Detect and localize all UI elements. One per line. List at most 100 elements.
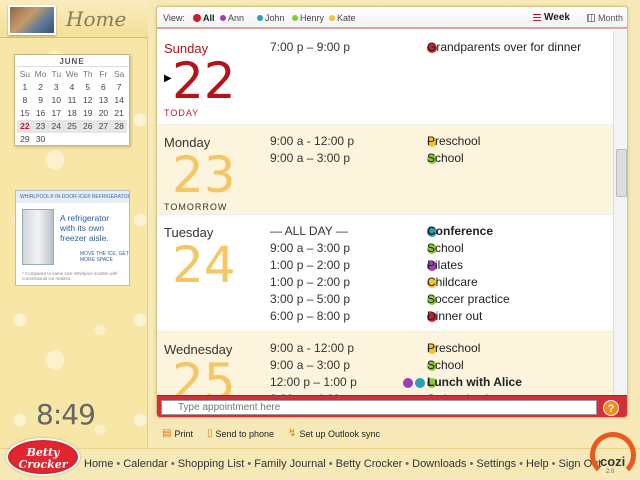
mini-calendar-day[interactable]: 17: [48, 107, 64, 120]
calendar-event[interactable]: 9:00 a – 3:00 p School: [157, 151, 613, 168]
day-section[interactable]: Wednesday 25 9:00 a - 12:00 p Preschool 9:00…: [157, 332, 613, 395]
weekday-header: Su: [19, 69, 31, 79]
nav-separator: •: [328, 458, 333, 470]
calendar-event[interactable]: 9:00 a – 3:00 p School: [157, 358, 613, 375]
send-to-phone-link[interactable]: ▯ Send to phone: [207, 428, 274, 439]
calendar-event[interactable]: 3:00 p – 5:00 p Soccer practice: [157, 292, 613, 309]
month-view-toggle[interactable]: Month: [587, 13, 623, 23]
mini-calendar-day[interactable]: 10: [48, 94, 64, 107]
family-photo[interactable]: [8, 5, 56, 35]
event-time: 9:00 a – 3:00 p: [270, 241, 351, 255]
mini-calendar-day[interactable]: 8: [17, 94, 33, 107]
calendar-event[interactable]: 12:00 p – 1:00 p Lunch with Alice: [157, 375, 613, 392]
event-title: Preschool: [427, 134, 481, 148]
footer-nav-link[interactable]: Home: [84, 458, 113, 470]
filter-henry[interactable]: Henry: [292, 13, 324, 23]
appointment-input[interactable]: [161, 400, 597, 415]
footer-nav-link[interactable]: Family Journal: [254, 458, 326, 470]
week-view-toggle[interactable]: Week: [533, 12, 570, 23]
john-color-dot: [257, 15, 263, 21]
calendar-event[interactable]: 7:00 p – 9:00 p Grandparents over for din…: [157, 40, 613, 57]
outlook-sync-link[interactable]: ↯ Set up Outlook sync: [288, 428, 380, 439]
advertisement[interactable]: WHIRLPOOL® IN-DOOR-ICE® REFRIGERATORS A …: [15, 190, 130, 286]
calendar-event[interactable]: 1:00 p – 2:00 p Pilates: [157, 258, 613, 275]
mini-calendar-day[interactable]: 15: [17, 107, 33, 120]
calendar-event[interactable]: 6:00 p – 8:00 p Dinner out: [157, 309, 613, 326]
day-section[interactable]: Sunday 22 TODAY ▶ 7:00 p – 9:00 p Grandparent…: [157, 31, 613, 125]
day-section[interactable]: Monday 23 TOMORROW 9:00 a - 12:00 p Preschoo…: [157, 125, 613, 215]
cozi-logo[interactable]: cozi 2.0: [586, 432, 638, 478]
mini-calendar-day[interactable]: 21: [111, 107, 127, 120]
weekday-header: Mo: [34, 69, 47, 79]
mini-calendar-day[interactable]: 11: [64, 94, 80, 107]
mini-calendar-day[interactable]: 29: [17, 133, 33, 146]
calendar-event[interactable]: 9:00 a – 3:00 p School: [157, 241, 613, 258]
mini-calendar-day[interactable]: 1: [17, 81, 33, 94]
mini-calendar-month: JUNE: [15, 55, 129, 67]
calendar-event[interactable]: 9:00 a - 12:00 p Preschool: [157, 134, 613, 151]
mini-calendar-day[interactable]: 23: [32, 120, 49, 133]
mini-calendar-day[interactable]: 24: [48, 120, 65, 133]
ad-fine-print: * Compared to same size Whirlpool models…: [22, 271, 118, 281]
mini-calendar-day[interactable]: 12: [80, 94, 96, 107]
mini-calendar-day[interactable]: 14: [111, 94, 127, 107]
mini-calendar-day[interactable]: 4: [64, 81, 80, 94]
ad-cta[interactable]: MOVE THE ICE, GET MORE SPACE: [80, 251, 129, 263]
calendar-event[interactable]: 1:00 p – 2:00 p Childcare: [157, 275, 613, 292]
calendar-event[interactable]: — ALL DAY — Conference: [157, 224, 613, 241]
print-link[interactable]: ▤ Print: [162, 428, 193, 439]
footer-nav-link[interactable]: Downloads: [412, 458, 466, 470]
footer-nav-link[interactable]: Shopping List: [178, 458, 245, 470]
betty-crocker-logo[interactable]: Betty Crocker: [6, 438, 80, 476]
scrollbar[interactable]: [613, 31, 627, 395]
filter-ann[interactable]: Ann: [220, 13, 244, 23]
mini-calendar-day[interactable]: 13: [96, 94, 112, 107]
mini-calendar-day[interactable]: 5: [80, 81, 96, 94]
mini-calendar-day[interactable]: 28: [111, 120, 127, 133]
mini-calendar-day[interactable]: 3: [48, 81, 64, 94]
appointment-bar: ▶ ?: [157, 395, 627, 417]
filter-kate[interactable]: Kate: [329, 13, 356, 23]
nav-separator: •: [170, 458, 175, 470]
scrollbar-thumb[interactable]: [616, 149, 627, 197]
weekday-header: Sa: [113, 69, 125, 79]
month-label: Month: [598, 13, 624, 23]
mini-calendar-day[interactable]: 16: [33, 107, 49, 120]
clock: 8:49: [36, 398, 96, 431]
event-time: 9:00 a - 12:00 p: [270, 341, 355, 355]
help-button[interactable]: ?: [603, 400, 619, 416]
event-title: School: [427, 151, 464, 165]
mini-calendar-day[interactable]: 25: [64, 120, 80, 133]
mini-calendar-day[interactable]: 6: [96, 81, 112, 94]
mini-calendar-day[interactable]: 20: [96, 107, 112, 120]
event-title: Lunch with Alice: [427, 375, 522, 389]
footer-nav-link[interactable]: Settings: [476, 458, 516, 470]
footer-nav-link[interactable]: Help: [526, 458, 549, 470]
mini-calendar-day[interactable]: 7: [111, 81, 127, 94]
mini-calendar-empty: [96, 133, 112, 146]
mini-calendar-day[interactable]: 9: [33, 94, 49, 107]
filter-all[interactable]: All: [193, 13, 215, 23]
mini-calendar-day[interactable]: 18: [64, 107, 80, 120]
mini-calendar-day[interactable]: 2: [33, 81, 49, 94]
footer-nav-link[interactable]: Betty Crocker: [336, 458, 403, 470]
home-header: Home: [0, 0, 148, 38]
view-bar: View: All Ann John Henry Kate Week Month: [157, 7, 627, 29]
day-section[interactable]: Tuesday 24— ALL DAY — Conference 9:00 a – 3…: [157, 215, 613, 332]
footer-nav-link[interactable]: Calendar: [123, 458, 168, 470]
event-time: 7:00 p – 9:00 p: [270, 40, 351, 54]
calendar-event[interactable]: 9:00 a - 12:00 p Preschool: [157, 341, 613, 358]
filter-john[interactable]: John: [257, 13, 285, 23]
mini-calendar-day[interactable]: 19: [80, 107, 96, 120]
mini-calendar-day[interactable]: 22: [17, 120, 33, 133]
event-time: 12:00 p – 1:00 p: [270, 375, 357, 389]
mini-calendar-day[interactable]: 27: [95, 120, 112, 133]
cozi-wordmark: cozi: [600, 454, 626, 469]
action-links: ▤ Print ▯ Send to phone ↯ Set up Outlook sy…: [162, 428, 380, 439]
page-title: Home: [66, 7, 127, 31]
mini-calendar-day[interactable]: 30: [33, 133, 49, 146]
mini-calendar-empty: [48, 133, 64, 146]
weekday-header: Tu: [51, 69, 62, 79]
mini-calendar-day[interactable]: 26: [79, 120, 96, 133]
calendar-panel: View: All Ann John Henry Kate Week Month…: [156, 6, 628, 418]
